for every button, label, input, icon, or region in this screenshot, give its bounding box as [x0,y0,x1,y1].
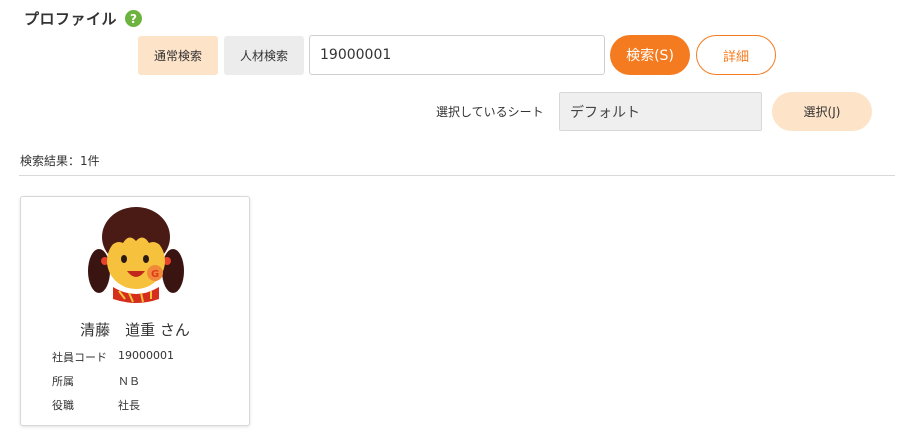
sheet-label: 選択しているシート [436,105,544,119]
info-label: 所属 [52,375,74,388]
info-value: 19000001 [118,349,174,362]
info-value: 社長 [118,399,140,412]
search-input[interactable] [309,35,605,75]
page-title: プロファイル [24,10,118,28]
info-label: 役職 [52,399,74,412]
info-row-position: 役職 社長 [52,397,140,413]
info-label: 社員コード [52,351,107,364]
user-avatar-icon: G [88,207,184,303]
info-row-department: 所属 ＮＢ [52,373,140,389]
card-honorific: さん [159,321,190,339]
card-name: 清藤 道重 [80,321,156,339]
tab-talent-search[interactable]: 人材検索 [224,36,304,75]
select-sheet-button[interactable]: 選択(J) [772,92,872,131]
divider [19,175,895,176]
page-header: プロファイル ? [24,8,143,29]
info-row-employee-code: 社員コード 19000001 [52,349,174,365]
search-button[interactable]: 検索(S) [610,35,690,75]
sheet-field: デフォルト [559,92,762,131]
info-value: ＮＢ [118,375,140,388]
svg-text:G: G [151,269,159,280]
help-icon[interactable]: ? [125,10,143,27]
card-name-row: 清藤 道重 さん [21,319,249,340]
tab-normal-search[interactable]: 通常検索 [138,36,218,75]
result-count: 検索結果：1件 [20,154,100,168]
profile-card[interactable]: G 清藤 道重 さん 社員コード 19000001 所属 ＮＢ 役職 社長 [20,196,250,426]
detail-button[interactable]: 詳細 [696,35,776,75]
